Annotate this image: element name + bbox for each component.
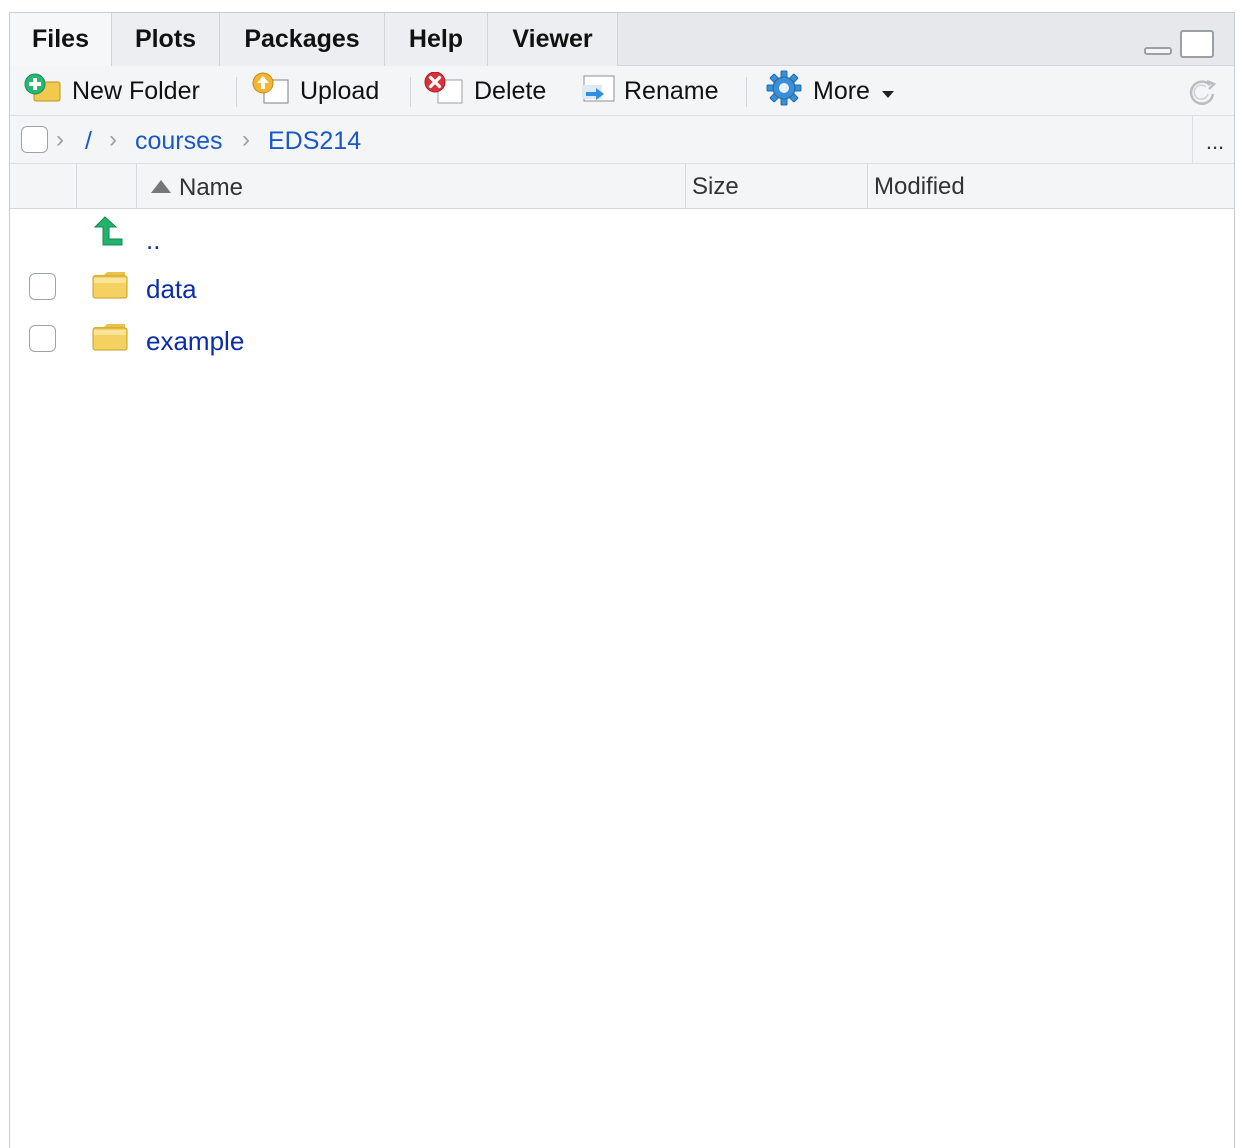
size-column-label: Size — [692, 173, 739, 200]
more-menu-button[interactable]: More — [765, 66, 894, 116]
list-item-parent-dir[interactable]: .. — [10, 211, 1234, 263]
name-column-header[interactable]: Name — [137, 164, 686, 209]
file-name-link[interactable]: data — [146, 274, 197, 305]
files-pane: Files Plots Packages Help Viewer New Fol… — [9, 12, 1235, 1148]
sort-ascending-icon — [151, 164, 171, 210]
maximize-pane-button[interactable] — [1180, 30, 1214, 58]
upload-label: Upload — [300, 76, 380, 105]
list-item[interactable]: data — [10, 262, 1234, 314]
gear-icon — [765, 70, 803, 113]
chevron-right-icon: › — [109, 126, 117, 153]
list-item[interactable]: example — [10, 314, 1234, 366]
chevron-right-icon: › — [56, 126, 64, 153]
rename-label: Rename — [624, 76, 719, 105]
tab-files[interactable]: Files — [10, 13, 112, 67]
breadcrumb: › / › courses › EDS214 ... — [10, 116, 1234, 164]
more-label: More — [813, 76, 870, 105]
tab-packages[interactable]: Packages — [220, 13, 385, 66]
new-folder-button[interactable]: New Folder — [24, 66, 200, 116]
chevron-right-icon: › — [242, 126, 250, 153]
size-column-header[interactable]: Size — [686, 164, 868, 209]
tab-label: Plots — [134, 25, 197, 53]
folder-icon — [92, 270, 128, 305]
tab-label: Files — [32, 25, 89, 53]
breadcrumb-eds214[interactable]: EDS214 — [268, 127, 361, 156]
delete-label: Delete — [474, 76, 547, 105]
name-column-label: Name — [179, 174, 244, 201]
tab-label: Help — [408, 25, 464, 53]
row-checkbox[interactable] — [29, 273, 56, 300]
delete-icon — [422, 71, 464, 111]
file-name-link[interactable]: example — [146, 326, 244, 357]
breadcrumb-root[interactable]: / — [85, 127, 92, 156]
upload-button[interactable]: Upload — [250, 66, 379, 116]
minimize-pane-button[interactable] — [1144, 47, 1172, 55]
folder-icon — [92, 322, 128, 357]
new-folder-label: New Folder — [72, 76, 200, 105]
rename-button[interactable]: Rename — [580, 66, 719, 116]
tab-label: Packages — [244, 25, 360, 53]
go-to-directory-button[interactable]: ... — [1192, 116, 1237, 164]
parent-dir-link[interactable]: .. — [146, 225, 160, 256]
refresh-icon[interactable] — [1188, 78, 1218, 111]
rename-icon — [580, 72, 616, 111]
modified-column-header[interactable]: Modified — [868, 164, 1236, 209]
breadcrumb-courses[interactable]: courses — [135, 127, 223, 156]
folder-plus-icon — [24, 73, 62, 110]
files-toolbar: New Folder Upload Delete Rename More — [10, 66, 1234, 116]
tab-plots[interactable]: Plots — [112, 13, 220, 66]
tab-help[interactable]: Help — [385, 13, 488, 66]
tab-bar: Files Plots Packages Help Viewer — [10, 13, 1234, 67]
tab-viewer[interactable]: Viewer — [488, 13, 618, 66]
tab-label: Viewer — [512, 25, 593, 53]
row-checkbox[interactable] — [29, 325, 56, 352]
icon-column-header — [77, 164, 137, 209]
toolbar-divider — [746, 77, 747, 107]
up-arrow-icon — [92, 215, 124, 252]
modified-column-label: Modified — [874, 173, 965, 200]
upload-icon — [250, 72, 290, 111]
toolbar-divider — [410, 77, 411, 107]
select-all-checkbox[interactable] — [21, 126, 48, 153]
file-list-header: Name Size Modified — [10, 164, 1234, 209]
toolbar-divider — [236, 77, 237, 107]
delete-button[interactable]: Delete — [422, 66, 546, 116]
chevron-down-icon — [881, 77, 894, 106]
checkbox-column-header — [10, 164, 77, 209]
